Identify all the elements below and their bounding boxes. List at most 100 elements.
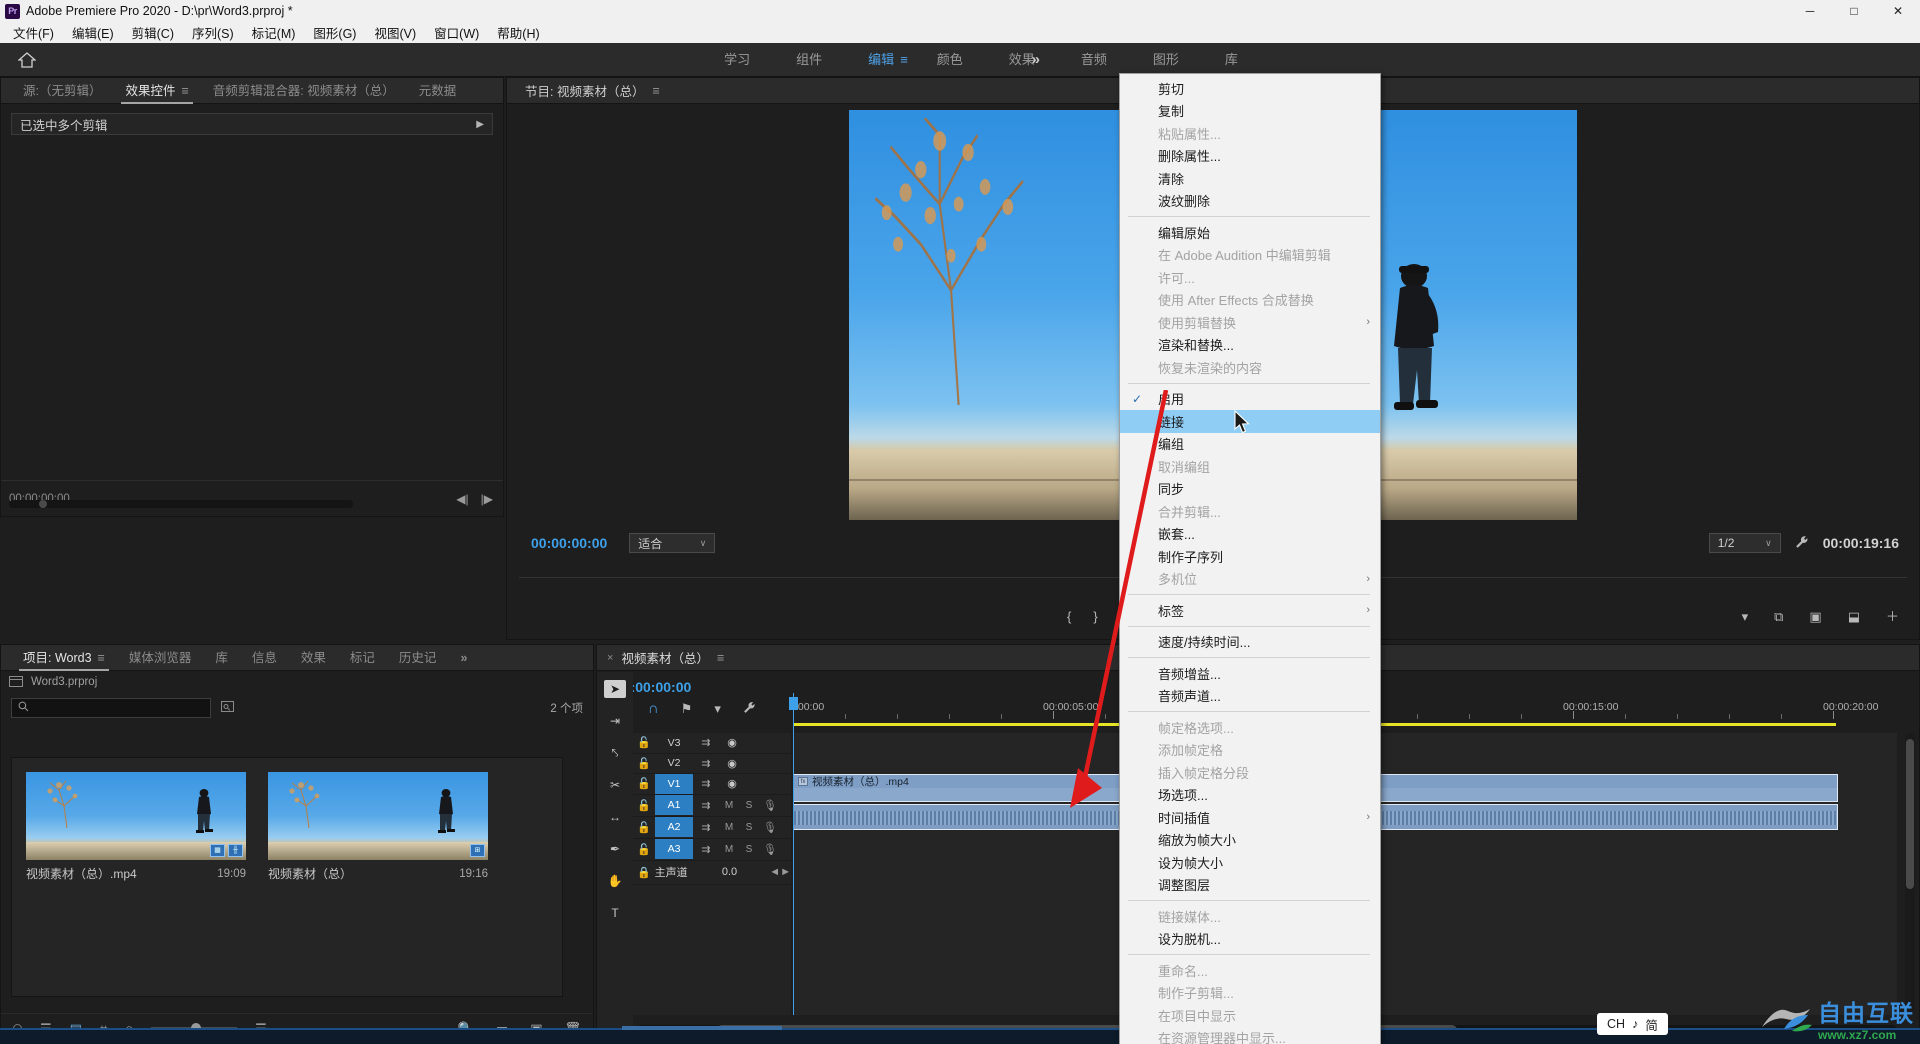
workspace-tab-color[interactable]: 颜色	[914, 43, 986, 77]
voice-record-icon-a1[interactable]: 🎙	[759, 799, 781, 812]
solo-button-a3[interactable]: S	[739, 844, 759, 855]
home-icon[interactable]	[12, 47, 42, 73]
menu-item-enable[interactable]: ✓ 启用	[1120, 388, 1380, 411]
lock-icon-master[interactable]: 🔒	[633, 866, 655, 879]
add-marker-icon[interactable]: ▾	[1742, 610, 1749, 623]
timeline-vscroll-thumb[interactable]	[1906, 739, 1914, 889]
tab-media-browser[interactable]: 媒体浏览器	[117, 645, 204, 671]
pen-tool[interactable]: ✒	[604, 840, 626, 858]
mute-button-a3[interactable]: M	[719, 844, 739, 855]
menu-item-set-to-frame-size[interactable]: 设为帧大小	[1120, 851, 1380, 874]
mark-split-icon[interactable]: ⧉	[1774, 610, 1783, 623]
effect-controls-hscrollbar[interactable]	[9, 500, 353, 508]
track-header-master[interactable]: 🔒 主声道 0.0 ◄►	[633, 861, 791, 885]
meter-icon[interactable]: ◄►	[769, 866, 791, 878]
effect-controls-hamburger-icon[interactable]: ≡	[182, 84, 189, 98]
lock-icon-v2[interactable]: 🔓	[633, 757, 655, 770]
menu-item-synchronize[interactable]: 同步	[1120, 478, 1380, 501]
maximize-button[interactable]: □	[1832, 0, 1876, 22]
track-name-v2[interactable]: V2	[655, 757, 693, 769]
selection-tool[interactable]: ➤	[604, 680, 626, 698]
workspace-tab-graphics[interactable]: 图形	[1130, 43, 1202, 77]
track-name-a2[interactable]: A2	[655, 817, 693, 837]
tab-effects[interactable]: 效果	[289, 645, 338, 671]
sync-lock-icon-a1[interactable]: ⇉	[693, 799, 719, 812]
menu-item-field-options[interactable]: 场选项...	[1120, 784, 1380, 807]
workspace-tab-audio[interactable]: 音频	[1058, 43, 1130, 77]
sync-lock-icon-a3[interactable]: ⇉	[693, 843, 719, 856]
track-select-forward-tool[interactable]: ⇥	[604, 712, 626, 730]
lock-icon-a3[interactable]: 🔓	[633, 843, 655, 856]
list-item[interactable]: ▦ ╫ 视频素材（总）.mp4 19:09	[26, 772, 246, 982]
keyframe-prev-icon[interactable]: ◀|	[456, 492, 468, 506]
snap-icon[interactable]: ∩	[648, 701, 659, 716]
multi-clip-selection-row[interactable]: 已选中多个剪辑 ▶	[11, 113, 493, 135]
track-header-a2[interactable]: 🔓 A2 ⇉ M S 🎙	[633, 817, 791, 839]
sync-lock-icon-v2[interactable]: ⇉	[693, 757, 719, 770]
timeline-playhead[interactable]	[789, 693, 798, 1015]
mark-in-icon[interactable]: {	[1067, 610, 1071, 623]
program-monitor-hamburger-icon[interactable]: ≡	[652, 84, 659, 98]
workspace-hamburger-icon[interactable]: ≡	[900, 52, 908, 67]
minimize-button[interactable]: ─	[1788, 0, 1832, 22]
track-output-icon-v1[interactable]: ◉	[719, 777, 745, 790]
menu-help[interactable]: 帮助(H)	[488, 21, 548, 44]
linked-selection-icon[interactable]: ⚑	[681, 702, 693, 715]
menu-item-render-and-replace[interactable]: 渲染和替换...	[1120, 334, 1380, 357]
workspace-more-icon[interactable]: »	[1032, 51, 1040, 68]
menu-item-nest[interactable]: 嵌套...	[1120, 523, 1380, 546]
hand-tool[interactable]: ✋	[604, 872, 626, 890]
track-output-icon-v3[interactable]: ◉	[719, 736, 745, 749]
workspace-tab-learning[interactable]: 学习	[701, 43, 773, 77]
zoom-level-select[interactable]: 适合 ∨	[629, 533, 716, 553]
tab-audio-clip-mixer[interactable]: 音频剪辑混合器: 视频素材（总）	[201, 78, 407, 104]
search-field[interactable]	[34, 702, 184, 714]
menu-edit[interactable]: 编辑(E)	[63, 21, 123, 44]
tab-history[interactable]: 历史记	[387, 645, 449, 671]
tab-markers[interactable]: 标记	[338, 645, 387, 671]
tab-project[interactable]: 项目: Word3 ≡	[11, 645, 117, 671]
master-track-level[interactable]: 0.0	[710, 866, 749, 878]
project-tabs-more-icon[interactable]: »	[448, 645, 479, 671]
program-monitor-timecode[interactable]: 00:00:00:00	[531, 535, 607, 551]
sync-lock-icon-a2[interactable]: ⇉	[693, 821, 719, 834]
menu-item-cut[interactable]: 剪切	[1120, 77, 1380, 100]
track-header-a3[interactable]: 🔓 A3 ⇉ M S 🎙	[633, 839, 791, 861]
tab-info[interactable]: 信息	[240, 645, 289, 671]
menu-window[interactable]: 窗口(W)	[425, 21, 488, 44]
track-output-icon-v2[interactable]: ◉	[719, 757, 745, 770]
scroll-thumb[interactable]	[39, 500, 47, 508]
menu-item-edit-original[interactable]: 编辑原始	[1120, 221, 1380, 244]
track-name-a1[interactable]: A1	[655, 795, 693, 815]
keyframe-next-icon[interactable]: |▶	[481, 492, 493, 506]
track-header-v2[interactable]: 🔓 V2 ⇉ ◉	[633, 754, 791, 774]
menu-sequence[interactable]: 序列(S)	[183, 21, 243, 44]
menu-item-ripple-delete[interactable]: 波纹删除	[1120, 190, 1380, 213]
playhead-handle[interactable]	[789, 697, 798, 710]
sync-lock-icon-v1[interactable]: ⇉	[693, 777, 719, 790]
mute-button-a1[interactable]: M	[719, 800, 739, 811]
lock-icon-a2[interactable]: 🔓	[633, 821, 655, 834]
mark-out-icon[interactable]: }	[1093, 610, 1097, 623]
lock-icon-v1[interactable]: 🔓	[633, 777, 655, 790]
menu-item-audio-channels[interactable]: 音频声道...	[1120, 685, 1380, 708]
add-marker-icon-timeline[interactable]: ▾	[714, 702, 721, 715]
menu-marker[interactable]: 标记(M)	[243, 21, 305, 44]
solo-button-a2[interactable]: S	[739, 822, 759, 833]
menu-item-make-offline[interactable]: 设为脱机...	[1120, 928, 1380, 951]
menu-item-label[interactable]: 标签 ›	[1120, 599, 1380, 622]
close-button[interactable]: ✕	[1876, 0, 1920, 22]
tab-metadata[interactable]: 元数据	[407, 78, 469, 104]
menu-graphics[interactable]: 图形(G)	[304, 21, 365, 44]
menu-item-scale-to-frame-size[interactable]: 缩放为帧大小	[1120, 829, 1380, 852]
track-name-v3[interactable]: V3	[655, 737, 693, 749]
sync-lock-icon-v3[interactable]: ⇉	[693, 736, 719, 749]
export-frame-icon[interactable]: ▣	[1809, 610, 1821, 623]
track-header-v3[interactable]: 🔓 V3 ⇉ ◉	[633, 733, 791, 754]
menu-item-remove-attributes[interactable]: 删除属性...	[1120, 145, 1380, 168]
settings-plus-icon[interactable]: ＋	[1886, 610, 1899, 623]
type-tool[interactable]: T	[604, 904, 626, 922]
track-header-v1[interactable]: 🔓 V1 ⇉ ◉	[633, 773, 791, 795]
list-item[interactable]: ⊞ 视频素材（总） 19:16	[268, 772, 488, 982]
ime-shape-icon[interactable]: 简	[1645, 1015, 1658, 1034]
